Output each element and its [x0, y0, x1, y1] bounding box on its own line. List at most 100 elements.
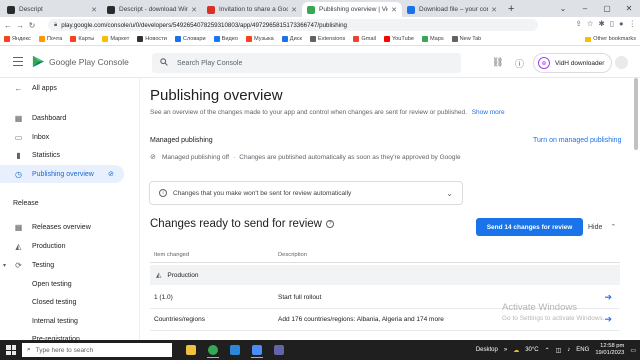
taskbar-app-icon[interactable] — [224, 342, 246, 358]
search-icon: ⌕ — [27, 346, 31, 353]
search-input[interactable]: Search Play Console — [152, 53, 461, 73]
changes-section-title: Changes ready to send for review ? — [150, 218, 334, 230]
bookmark-label: YouTube — [391, 36, 414, 42]
bookmark-item[interactable]: Maps — [421, 36, 444, 42]
split-icon[interactable]: ▯ — [610, 19, 614, 28]
bookmark-item[interactable]: Новости — [137, 36, 167, 42]
bookmark-item[interactable]: Маркет — [102, 36, 129, 42]
extensions-icon[interactable]: ✱ — [599, 19, 605, 28]
sidebar-item-inbox[interactable]: ▭ Inbox — [0, 128, 124, 146]
column-header-item: Item changed — [154, 252, 190, 258]
sidebar-item-internal-testing[interactable]: Internal testing — [0, 312, 124, 330]
all-apps-link[interactable]: ← All apps — [0, 79, 124, 97]
help-circle-icon[interactable]: ? — [325, 220, 334, 228]
notifications-icon[interactable]: ▭ — [630, 347, 636, 354]
bookmark-label: Диск — [289, 36, 302, 42]
table-row[interactable] — [150, 331, 620, 340]
close-tab-icon[interactable]: ✕ — [191, 6, 197, 14]
weather-text[interactable]: 30°C — [525, 347, 538, 353]
volume-icon[interactable]: ♪ — [567, 347, 570, 353]
arrow-forward-icon[interactable]: ➔ — [604, 314, 612, 325]
reload-icon[interactable]: ↻ — [26, 21, 38, 30]
minimize-button[interactable]: – — [574, 0, 596, 17]
sidebar-item-publishing-overview[interactable]: ◷ Publishing overview ⊘ — [0, 165, 124, 183]
close-tab-icon[interactable]: ✕ — [391, 6, 397, 14]
bookmark-favicon-icon — [4, 36, 10, 42]
desktop-toolbar[interactable]: Desktop — [476, 347, 498, 353]
page-scrollbar[interactable] — [634, 78, 638, 150]
send-changes-button[interactable]: Send 14 changes for review — [476, 218, 583, 236]
sidebar-item-open-testing[interactable]: Open testing — [0, 275, 124, 293]
tray-up-icon[interactable]: ⌃ — [545, 347, 550, 354]
watermark-line-1: Activate Windows — [502, 302, 577, 313]
bookmark-item[interactable]: Карты — [70, 36, 94, 42]
taskbar-app-icon[interactable] — [202, 342, 224, 358]
profile-icon[interactable]: ● — [619, 19, 624, 28]
taskbar-app-icon[interactable] — [180, 342, 202, 358]
back-icon[interactable]: ← — [2, 21, 14, 30]
notifications-off-icon[interactable]: ⊘ — [108, 170, 114, 178]
bookmark-item[interactable]: Музыка — [246, 36, 274, 42]
share-icon[interactable]: ⇪ — [576, 19, 582, 28]
avatar[interactable] — [615, 56, 628, 69]
bookmark-item[interactable]: Яндекс — [4, 36, 31, 42]
arrow-back-icon: ← — [14, 83, 23, 93]
browser-tab[interactable]: Descript - download Windo✕ — [102, 2, 202, 17]
bookmark-item[interactable]: Словари — [174, 36, 206, 42]
turn-on-managed-publishing-button[interactable]: Turn on managed publishing — [533, 137, 621, 144]
bookmark-item[interactable]: Диск — [281, 36, 302, 42]
sidebar-item-pre-registration[interactable]: Pre-registration — [0, 330, 124, 341]
chevron-down-icon[interactable]: ⌄ — [552, 0, 574, 17]
bookmark-item[interactable]: Почта — [38, 36, 62, 42]
production-icon: ◭ — [156, 272, 162, 279]
bookmark-label: Gmail — [361, 36, 376, 42]
browser-menu-icon[interactable]: ⋮ — [629, 19, 637, 28]
show-more-link[interactable]: Show more — [472, 109, 505, 116]
sidebar-item-releases-overview[interactable]: ▦ Releases overview — [0, 218, 124, 236]
help-icon[interactable]: ⓘ — [515, 57, 524, 70]
info-banner[interactable]: i Changes that you make won't be sent fo… — [149, 181, 463, 205]
tab-favicon-icon — [307, 5, 315, 14]
caret-down-icon[interactable]: ▾ — [3, 262, 6, 269]
taskbar-app-icon[interactable] — [268, 342, 290, 358]
maximize-button[interactable]: ▢ — [596, 0, 618, 17]
sidebar-item-testing[interactable]: ⟳ ▾ Testing — [0, 256, 124, 274]
windows-start-icon[interactable] — [6, 345, 16, 355]
bookmark-label: Видео — [221, 36, 238, 42]
hamburger-menu-icon[interactable] — [13, 57, 23, 66]
close-tab-icon[interactable]: ✕ — [91, 6, 97, 14]
close-tab-icon[interactable]: ✕ — [291, 6, 297, 14]
managed-status-text: Managed publishing off — [162, 153, 230, 161]
network-icon[interactable]: ◫ — [556, 347, 562, 354]
forward-icon[interactable]: → — [14, 21, 26, 30]
browser-tab[interactable]: Descript ✕ — [2, 2, 102, 17]
clock[interactable]: 12:58 pm 19/01/2023 — [595, 343, 624, 357]
sidebar-item-statistics[interactable]: ▮ Statistics — [0, 146, 124, 164]
browser-tab[interactable]: Invitation to share a Google✕ — [202, 2, 302, 17]
sidebar-item-production[interactable]: ◭ Production — [0, 237, 124, 255]
browser-tab[interactable]: Publishing overview | VidH ✕ — [302, 2, 402, 17]
developer-account-chip[interactable]: ⊕ VidH downloader — [533, 53, 612, 73]
bookmark-star-icon[interactable]: ☆ — [587, 19, 594, 28]
new-tab-button[interactable]: + — [502, 2, 520, 17]
sidebar-item-closed-testing[interactable]: Closed testing — [0, 293, 124, 311]
bookmark-item[interactable]: Gmail — [353, 36, 376, 42]
sidebar-item-dashboard[interactable]: ▦ Dashboard — [0, 109, 124, 127]
bookmark-item[interactable]: Видео — [213, 36, 238, 42]
taskbar-search-input[interactable]: ⌕ Type here to search — [22, 343, 172, 357]
bookmark-item[interactable]: New Tab — [451, 36, 481, 42]
language-indicator[interactable]: ENG — [576, 347, 589, 353]
hide-button[interactable]: Hide ⌃ — [588, 223, 616, 231]
taskbar-app-icon[interactable] — [246, 342, 268, 358]
browser-tab[interactable]: Download file – your conver✕ — [402, 2, 502, 17]
chevron-right-icon[interactable]: » — [504, 347, 507, 353]
close-tab-icon[interactable]: ✕ — [491, 6, 497, 14]
url-field[interactable]: 🔒︎ play.google.com/console/u/0/developer… — [48, 19, 538, 31]
bookmark-item[interactable]: Extensions — [309, 36, 345, 42]
chevron-down-icon[interactable]: ⌄ — [446, 189, 453, 198]
close-window-button[interactable]: ✕ — [618, 0, 640, 17]
other-bookmarks[interactable]: Other bookmarks — [585, 36, 636, 42]
link-icon[interactable]: ⛓︎ — [492, 57, 503, 68]
arrow-forward-icon[interactable]: ➔ — [604, 292, 612, 303]
bookmark-item[interactable]: YouTube — [383, 36, 414, 42]
